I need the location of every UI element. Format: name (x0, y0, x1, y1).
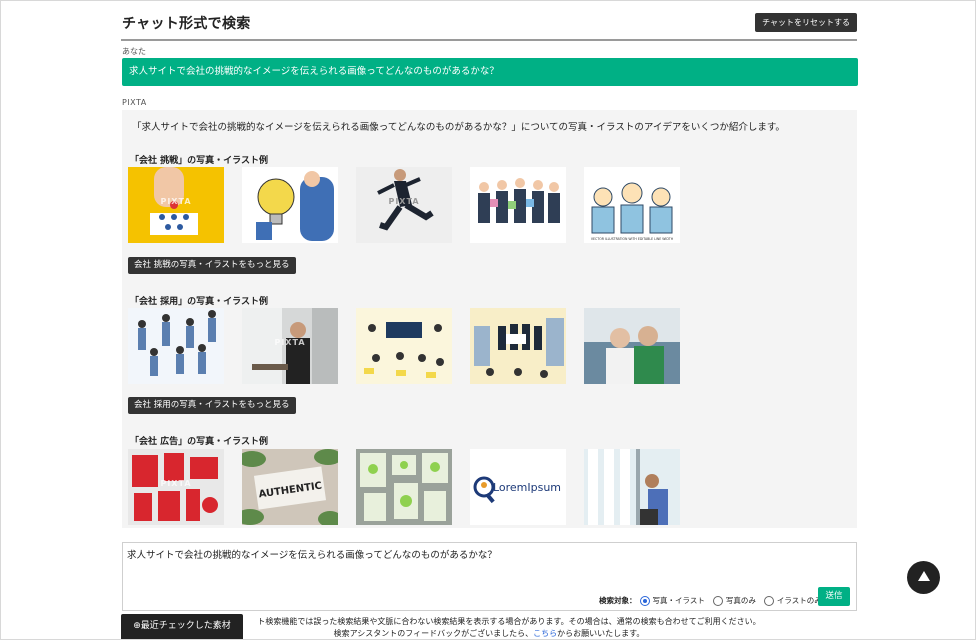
more-results-button[interactable]: 会社 採用の写真・イラストをもっと見る (128, 397, 296, 414)
search-target-options: 検索対象： 写真・イラスト 写真のみ イラストのみ (599, 595, 822, 606)
section-title: 「会社 採用」の写真・イラスト例 (130, 297, 268, 307)
zoom-in-icon: ⊕ (133, 621, 141, 631)
radio-illustration-only[interactable] (763, 595, 774, 606)
radio-photo-illustration[interactable] (639, 595, 650, 606)
red-branding-mockup-photo[interactable]: PIXTA (128, 449, 224, 525)
assistant-answer: 「求人サイトで会社の挑戦的なイメージを伝えられる画像ってどんなのものがあるかな？… (122, 110, 857, 528)
lightbulb-businessman-illustration[interactable] (242, 167, 338, 243)
search-target-label: 検索対象： (599, 596, 637, 605)
new-employees-city-illustration[interactable] (470, 308, 566, 384)
page-title: チャット形式で検索 (122, 16, 251, 32)
illustration-caption: VECTOR ILLUSTRATION WITH EDITABLE LINE W… (591, 237, 674, 241)
section-title: 「会社 広告」の写真・イラスト例 (130, 437, 268, 447)
business-team-puzzle-illustration[interactable] (470, 167, 566, 243)
chat-input-box: 求人サイトで会社の挑戦的なイメージを伝えられる画像ってどんなのものがあるかな？ … (122, 542, 857, 611)
user-label: あなた (122, 47, 146, 56)
green-stationery-mockup-photo[interactable] (356, 449, 452, 525)
thumb-row: PIXTA AUTHENTIC LoremIpsum (128, 449, 680, 525)
businessman-office-window-photo[interactable]: PIXTA (242, 308, 338, 384)
feedback-link[interactable]: こちら (533, 629, 557, 638)
option-label: 写真・イラスト (652, 596, 705, 605)
footer-line-2-suffix: からお願いいたします。 (557, 629, 645, 638)
footer-line-2-prefix: 検索アシスタントのフィードバックがございましたら、 (333, 629, 534, 638)
man-looking-window-photo[interactable] (584, 449, 680, 525)
page-header: チャット形式で検索 チャットをリセットする (121, 13, 857, 41)
watermark: PIXTA (274, 338, 306, 347)
watermark: PIXTA (160, 479, 192, 488)
logo-text: LoremIpsum (493, 481, 561, 494)
assistant-label: PIXTA (122, 98, 147, 107)
jumping-businessman-photo[interactable]: PIXTA (356, 167, 452, 243)
recruitment-doodle-illustration[interactable] (356, 308, 452, 384)
senior-couple-photo[interactable] (584, 308, 680, 384)
reset-chat-button[interactable]: チャットをリセットする (755, 13, 857, 32)
cheering-office-workers-illustration[interactable]: VECTOR ILLUSTRATION WITH EDITABLE LINE W… (584, 167, 680, 243)
lorem-ipsum-logo[interactable]: LoremIpsum (470, 449, 566, 525)
option-label: 写真のみ (725, 596, 756, 605)
thumb-row: PIXTA PIXTA VECTOR ILLUSTRATION WITH EDI… (128, 167, 680, 243)
send-button[interactable]: 送信 (818, 587, 850, 606)
recently-checked-button[interactable]: ⊕最近チェックした素材 (121, 614, 243, 639)
scroll-to-top-button[interactable] (907, 561, 940, 594)
page-frame: チャット形式で検索 チャットをリセットする あなた 求人サイトで会社の挑戦的なイ… (0, 0, 976, 640)
recently-checked-label: 最近チェックした素材 (140, 621, 231, 631)
more-results-button[interactable]: 会社 挑戦の写真・イラストをもっと見る (128, 257, 296, 274)
answer-intro: 「求人サイトで会社の挑戦的なイメージを伝えられる画像ってどんなのものがあるかな？… (132, 122, 785, 133)
watermark: PIXTA (160, 197, 192, 206)
user-message: 求人サイトで会社の挑戦的なイメージを伝えられる画像ってどんなのものがあるかな？ (122, 58, 858, 86)
radio-photo-only[interactable] (712, 595, 723, 606)
watermark: PIXTA (388, 197, 420, 206)
thumb-row: PIXTA (128, 308, 680, 384)
hand-holding-pieces-photo[interactable]: PIXTA (128, 167, 224, 243)
section-title: 「会社 挑戦」の写真・イラスト例 (130, 156, 268, 166)
option-label: イラストのみ (776, 596, 822, 605)
running-business-people-illustration[interactable] (128, 308, 224, 384)
authentic-sign-plants-photo[interactable]: AUTHENTIC (242, 449, 338, 525)
chat-input[interactable]: 求人サイトで会社の挑戦的なイメージを伝えられる画像ってどんなのものがあるかな？ (127, 547, 497, 561)
